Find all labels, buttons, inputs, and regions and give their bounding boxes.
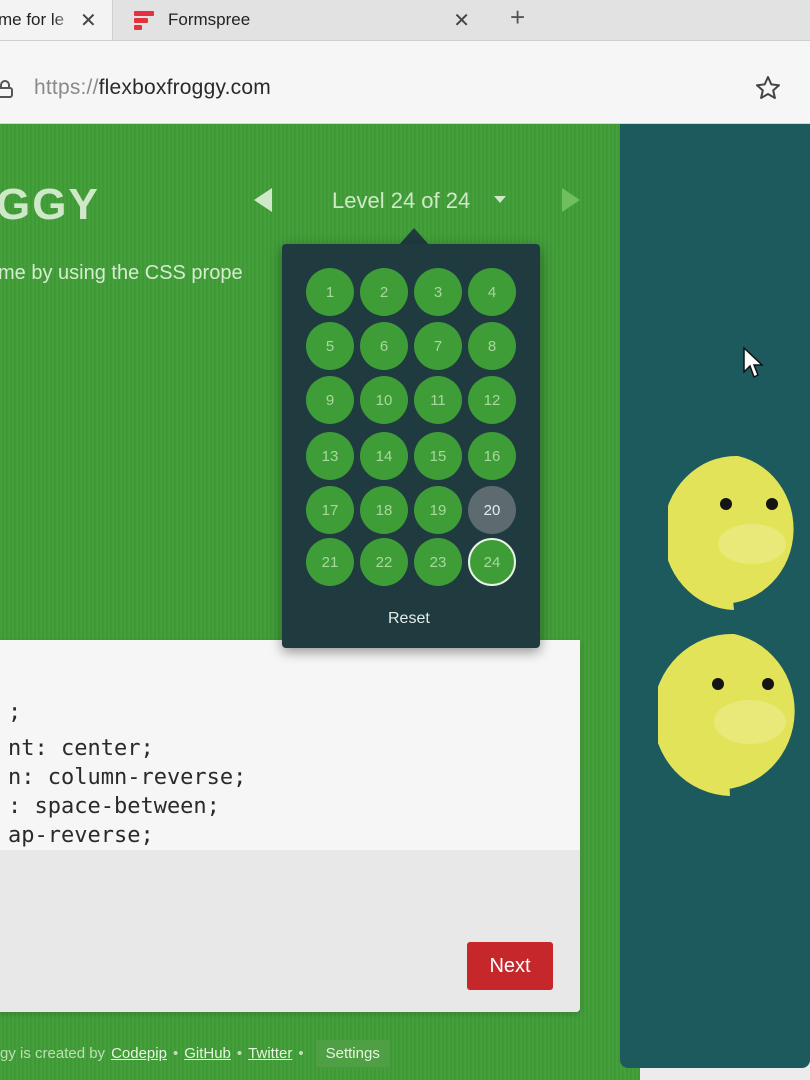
next-level-arrow-icon[interactable] (562, 188, 580, 212)
github-link[interactable]: GitHub (184, 1045, 231, 1062)
frog-eye (762, 678, 774, 690)
footer: gy is created by Codepip • GitHub • Twit… (0, 1038, 620, 1068)
tab-title: me for le (0, 10, 65, 29)
level-button-5[interactable]: 5 (306, 322, 354, 370)
frog-eye (712, 678, 724, 690)
frog-eye (766, 498, 778, 510)
level-button-1[interactable]: 1 (306, 268, 354, 316)
new-tab-button[interactable]: + (510, 2, 525, 33)
chevron-down-icon[interactable] (494, 196, 506, 203)
level-button-16[interactable]: 16 (468, 432, 516, 480)
level-button-24[interactable]: 24 (468, 538, 516, 586)
frog-lilypad (658, 633, 795, 796)
codepip-link[interactable]: Codepip (111, 1045, 167, 1062)
frog-eye (720, 498, 732, 510)
formspree-favicon-icon (134, 9, 156, 31)
level-button-15[interactable]: 15 (414, 432, 462, 480)
level-button-11[interactable]: 11 (414, 376, 462, 424)
level-button-6[interactable]: 6 (360, 322, 408, 370)
url-protocol: https:// (34, 76, 99, 99)
level-navigation: Level 24 of 24 (250, 186, 590, 216)
code-line[interactable]: nt: center; (8, 736, 154, 761)
previous-level-arrow-icon[interactable] (254, 188, 272, 212)
level-button-23[interactable]: 23 (414, 538, 462, 586)
level-button-4[interactable]: 4 (468, 268, 516, 316)
footer-credit: gy is created by (0, 1044, 106, 1062)
close-icon[interactable]: ✕ (453, 8, 470, 33)
level-button-22[interactable]: 22 (360, 538, 408, 586)
footer-separator: • (298, 1044, 304, 1062)
browser-tab[interactable]: me for le ✕ (0, 0, 113, 40)
level-button-18[interactable]: 18 (360, 486, 408, 534)
level-button-10[interactable]: 10 (360, 376, 408, 424)
browser-tab-formspree[interactable]: Formspree ✕ (118, 0, 478, 40)
next-button[interactable]: Next (467, 942, 553, 990)
code-line[interactable]: ap-reverse; (8, 823, 154, 848)
code-line[interactable]: ; (8, 700, 21, 725)
level-button-20[interactable]: 20 (468, 486, 516, 534)
code-line[interactable]: : space-between; (8, 794, 220, 819)
level-button-7[interactable]: 7 (414, 322, 462, 370)
browser-tab-bar: me for le ✕ Formspree ✕ + (0, 0, 810, 41)
level-button-21[interactable]: 21 (306, 538, 354, 586)
code-line[interactable]: n: column-reverse; (8, 765, 246, 790)
instructions-text: me by using the CSS prope (0, 262, 243, 284)
url-field[interactable]: https://flexboxfroggy.com (34, 76, 271, 100)
level-button-14[interactable]: 14 (360, 432, 408, 480)
mouse-cursor-icon (743, 346, 764, 379)
tab-title: Formspree (168, 10, 251, 29)
bookmark-star-icon[interactable] (754, 74, 782, 102)
level-button-8[interactable]: 8 (468, 322, 516, 370)
settings-button[interactable]: Settings (315, 1039, 390, 1067)
level-button-2[interactable]: 2 (360, 268, 408, 316)
level-button-17[interactable]: 17 (306, 486, 354, 534)
level-button-12[interactable]: 12 (468, 376, 516, 424)
reset-button[interactable]: Reset (388, 610, 430, 628)
level-button-9[interactable]: 9 (306, 376, 354, 424)
level-button-13[interactable]: 13 (306, 432, 354, 480)
level-indicator[interactable]: Level 24 of 24 (332, 188, 470, 214)
game-logo: GGY (0, 180, 100, 229)
footer-separator: • (236, 1044, 243, 1062)
twitter-link[interactable]: Twitter (248, 1045, 292, 1062)
footer-separator: • (172, 1044, 179, 1062)
level-button-3[interactable]: 3 (414, 268, 462, 316)
level-button-19[interactable]: 19 (414, 486, 462, 534)
lock-icon (0, 80, 13, 98)
frog-lilypad (668, 455, 794, 610)
close-icon[interactable]: ✕ (80, 8, 97, 33)
url-host: flexboxfroggy.com (98, 76, 271, 99)
